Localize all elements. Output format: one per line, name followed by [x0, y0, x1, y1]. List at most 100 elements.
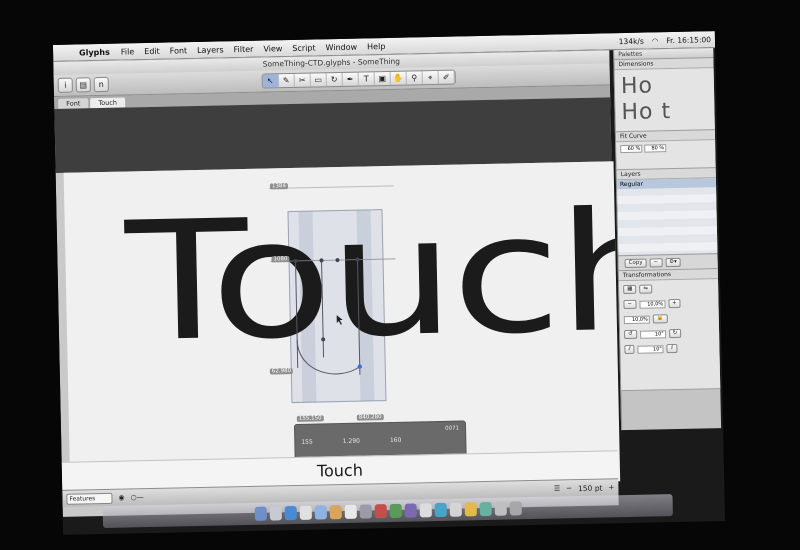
u-stem-inner[interactable] — [321, 260, 325, 358]
metric-label-xheight: 1080 — [271, 256, 290, 263]
slider-icon[interactable]: ○— — [130, 493, 143, 501]
unicode-value: 0071 — [445, 425, 460, 432]
mirror-icon[interactable]: ⇋ — [639, 284, 653, 294]
rotate-left-icon[interactable]: ↺ — [624, 329, 637, 340]
image-tool-icon[interactable]: ▣ — [374, 71, 391, 86]
preview-icon[interactable] — [359, 504, 372, 519]
dashboard-icon[interactable] — [269, 506, 282, 521]
node-point[interactable] — [355, 257, 360, 262]
menu-window[interactable]: Window — [320, 42, 362, 52]
rotate-tool-icon[interactable]: ↻ — [326, 72, 343, 87]
metric-label-baseline: 62.980 — [269, 368, 294, 375]
app-icon-purple[interactable] — [404, 503, 417, 518]
text-direction-icon[interactable]: ☰ — [554, 484, 560, 492]
slant-icon[interactable]: ⫽ — [624, 344, 635, 355]
node-point[interactable] — [321, 337, 326, 342]
minus-zoom-icon[interactable]: − — [566, 484, 572, 492]
node-coordinate-right: 840.280 — [356, 414, 384, 421]
features-select[interactable]: Features — [66, 492, 113, 505]
hand-tool-icon[interactable]: ✋ — [390, 71, 407, 85]
scale-up-button[interactable]: + — [668, 298, 681, 309]
finder-icon[interactable] — [254, 506, 267, 521]
wifi-icon[interactable]: ◠ — [648, 36, 663, 45]
fit-curve-max[interactable]: 80 % — [644, 144, 667, 153]
trash-icon[interactable] — [509, 501, 522, 516]
metric-label-ascender: 1384 — [269, 183, 289, 190]
plus-zoom-icon[interactable]: + — [608, 483, 614, 491]
safari-icon[interactable] — [284, 505, 297, 521]
u-bowl-curve[interactable] — [296, 339, 361, 375]
u-stem-right[interactable] — [357, 259, 361, 375]
slant-apply-icon[interactable]: ⫽ — [666, 343, 678, 354]
menu-file[interactable]: File — [116, 47, 140, 56]
rotate-field[interactable]: 10° — [639, 329, 666, 339]
preview-text: Touch — [316, 460, 364, 481]
info-x-value[interactable]: 155 — [301, 439, 313, 446]
layers-list: Regular — [616, 178, 718, 257]
annotate-tool-icon[interactable]: ✐ — [438, 70, 455, 84]
glyphs-icon[interactable] — [419, 503, 432, 518]
knife-tool-icon[interactable]: ✂ — [294, 73, 311, 87]
menu-filter[interactable]: Filter — [228, 44, 258, 54]
info-button[interactable]: i — [57, 77, 73, 93]
screen: Glyphs File Edit Font Layers Filter View… — [52, 31, 726, 535]
menu-font[interactable]: Font — [165, 46, 193, 56]
fit-curve-body: 60 % 80 % — [616, 140, 716, 171]
dimensions-preview: Ho Ho t — [614, 68, 715, 133]
slant-field[interactable]: 10° — [637, 344, 664, 354]
ichat-icon[interactable] — [314, 505, 327, 520]
app-icon-yellow[interactable] — [464, 502, 477, 517]
address-book-icon[interactable] — [329, 505, 342, 520]
select-tool-icon[interactable]: ↖ — [262, 74, 279, 88]
menu-app-name[interactable]: Glyphs — [73, 47, 116, 57]
measure-tool-icon[interactable]: ⌖ — [422, 70, 439, 85]
app-icon-red[interactable] — [374, 504, 387, 519]
layer-row-regular[interactable]: Regular — [616, 178, 717, 190]
scale-y-field[interactable]: 10,0% — [623, 315, 650, 324]
node-point[interactable] — [319, 258, 324, 263]
menu-script[interactable]: Script — [287, 43, 320, 53]
copy-button[interactable]: Copy — [624, 258, 647, 268]
node-point[interactable] — [293, 258, 298, 263]
downloads-icon[interactable] — [494, 501, 507, 516]
layer-options-button[interactable]: ⚙▾ — [665, 257, 681, 267]
tab-font[interactable]: Font — [58, 98, 89, 109]
mail-icon[interactable] — [299, 505, 312, 520]
calendar-icon[interactable] — [344, 504, 357, 519]
menu-help[interactable]: Help — [362, 41, 390, 51]
eye-icon[interactable]: ◉ — [118, 494, 124, 502]
clock[interactable]: Fr. 16:15:00 — [662, 35, 715, 45]
menu-layers[interactable]: Layers — [192, 45, 229, 55]
canvas-top-margin — [54, 97, 612, 173]
rectangle-tool-icon[interactable]: ▭ — [310, 73, 327, 87]
app-icon-blue[interactable] — [434, 502, 447, 518]
scale-down-button[interactable]: − — [623, 299, 637, 310]
draw-tool-icon[interactable]: ✎ — [278, 73, 295, 88]
palettes-panel: Palettes Dimensions Ho Ho t Fit Curve 60 … — [613, 48, 722, 431]
node-coordinate-left: 155.150 — [296, 415, 324, 422]
fit-curve-min[interactable]: 60 % — [620, 144, 643, 154]
edit-canvas[interactable]: Touch 1384 1080 62.980 155.150 840.280 0… — [63, 161, 621, 493]
app-icon-green[interactable] — [389, 503, 402, 519]
rotate-right-icon[interactable]: ↻ — [668, 328, 682, 339]
app-icon-grey[interactable] — [449, 502, 462, 517]
align-icon[interactable]: ▦ — [623, 284, 637, 295]
text-mode-button[interactable]: n — [93, 76, 109, 93]
zoom-value[interactable]: 150 pt — [578, 483, 603, 493]
view-mode-button[interactable]: ▤ — [75, 77, 91, 93]
remove-layer-button[interactable]: − — [649, 257, 663, 268]
scale-x-field[interactable]: 10,0% — [639, 299, 666, 309]
app-icon-teal[interactable] — [479, 501, 492, 517]
info-width-value[interactable]: 1.290 — [343, 438, 360, 445]
network-speed: 134k/s — [618, 36, 644, 46]
node-point[interactable] — [335, 258, 340, 263]
menu-view[interactable]: View — [258, 44, 287, 54]
menu-edit[interactable]: Edit — [139, 46, 165, 56]
u-stem-left[interactable] — [295, 260, 299, 368]
info-height-value[interactable]: 160 — [390, 437, 402, 444]
zoom-tool-icon[interactable]: ⚲ — [406, 71, 423, 85]
lock-icon[interactable]: 🔒 — [652, 314, 668, 324]
projected-screen-photo: Glyphs File Edit Font Layers Filter View… — [0, 0, 800, 550]
pen-tool-icon[interactable]: ✒ — [342, 72, 359, 86]
text-tool-icon[interactable]: T — [358, 72, 375, 86]
